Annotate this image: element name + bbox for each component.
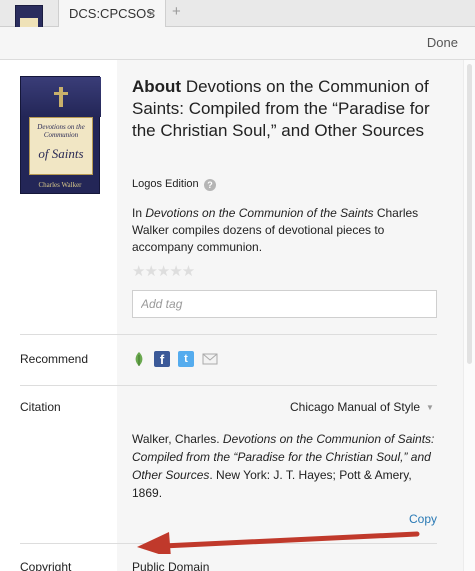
panel-header: Done [0, 27, 475, 60]
book-description: In Devotions on the Communion of the Sai… [132, 206, 419, 254]
about-heading: About Devotions on the Communion of Sain… [132, 76, 442, 142]
chevron-down-icon[interactable]: ▼ [426, 403, 434, 412]
help-icon[interactable]: ? [204, 179, 216, 191]
email-icon[interactable] [202, 351, 218, 367]
tab-label: DCS:CPCSOS [69, 6, 155, 21]
annotation-arrow [137, 531, 420, 554]
citation-label: Citation [20, 400, 61, 414]
recommend-label: Recommend [20, 352, 89, 366]
tab-bar: ▼ DCS:CPCSOS × + [0, 0, 475, 59]
twitter-icon[interactable]: t [178, 351, 194, 367]
cover-title-plate: Devotions on the Communion of Saints [29, 117, 93, 175]
copyright-label: Copyright [20, 560, 72, 571]
add-tag-input[interactable] [132, 290, 437, 318]
citation-text: Walker, Charles. Devotions on the Commun… [132, 432, 435, 500]
scrollbar[interactable] [463, 60, 475, 571]
divider [20, 334, 437, 335]
scrollbar-thumb[interactable] [467, 64, 472, 364]
book-cover: Devotions on the Communion of Saints Cha… [20, 76, 101, 194]
add-tab-icon[interactable]: + [172, 3, 181, 20]
edition-label: Logos Edition [132, 178, 199, 190]
copyright-value: Public Domain [132, 560, 210, 571]
leaf-icon[interactable] [133, 351, 149, 367]
citation-style-select[interactable]: Chicago Manual of Style [290, 400, 420, 414]
close-icon[interactable]: × [148, 5, 156, 21]
done-button[interactable]: Done [427, 35, 458, 50]
rating-stars[interactable]: ★★★★★ [132, 262, 195, 280]
divider [20, 385, 437, 386]
tab-dcs-cpcsos[interactable]: DCS:CPCSOS × [58, 0, 166, 27]
about-prefix: About [132, 77, 182, 96]
book-info-panel: Devotions on the Communion of Saints Cha… [0, 60, 475, 571]
facebook-icon[interactable]: f [154, 351, 170, 367]
